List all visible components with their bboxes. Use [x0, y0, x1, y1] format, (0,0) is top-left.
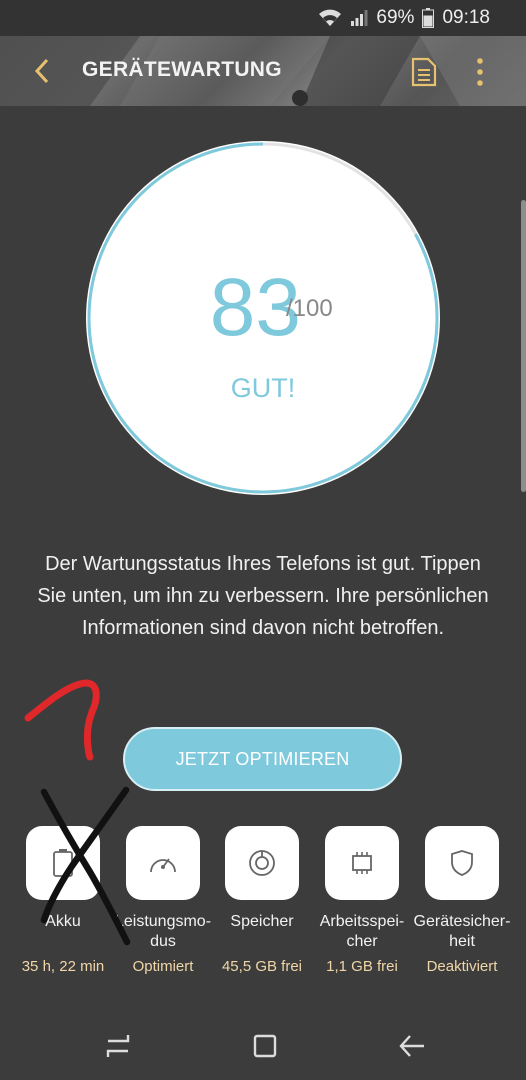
navigation-bar — [0, 1010, 526, 1080]
status-bar: 69% 09:18 — [0, 0, 526, 36]
back-icon — [399, 1035, 424, 1057]
more-options-button[interactable] — [466, 54, 494, 90]
tile-performance-label: Leistungsmo-dus — [114, 913, 212, 950]
scrollbar[interactable] — [521, 200, 526, 492]
battery-icon — [422, 8, 435, 28]
tile-device-security[interactable]: Gerätesicher-heit Deaktiviert — [412, 826, 512, 975]
tile-security-label: Gerätesicher-heit — [413, 913, 511, 950]
tile-memory-label: Arbeitsspei-cher — [319, 913, 405, 950]
tile-storage-label: Speicher — [230, 913, 294, 930]
report-icon — [411, 57, 437, 87]
battery-icon — [53, 849, 73, 877]
storage-icon — [249, 850, 275, 876]
tile-security-button[interactable] — [425, 826, 499, 900]
tile-battery[interactable]: Akku 35 h, 22 min — [13, 826, 113, 975]
tile-storage-button[interactable] — [225, 826, 299, 900]
score-circle: 83 /100 GUT! — [86, 141, 440, 495]
home-button[interactable] — [243, 1024, 287, 1068]
back-button[interactable] — [22, 50, 62, 92]
tile-memory-value: 1,1 GB frei — [326, 958, 398, 975]
tile-battery-button[interactable] — [26, 826, 100, 900]
tile-memory-button[interactable] — [325, 826, 399, 900]
tile-battery-value: 35 h, 22 min — [21, 958, 105, 975]
tile-performance-mode[interactable]: Leistungsmo-dus Optimiert — [113, 826, 213, 975]
page-title: GERÄTEWARTUNG — [82, 58, 282, 81]
tile-memory[interactable]: Arbeitsspei-cher 1,1 GB frei — [312, 826, 412, 975]
red-question-mark-scribble — [24, 679, 100, 761]
recent-apps-icon — [106, 1035, 130, 1057]
score-label: GUT! — [230, 373, 296, 403]
more-vert-icon — [477, 58, 483, 86]
maintenance-categories: Akku 35 h, 22 min Leistungsmo-dus Optimi… — [0, 826, 526, 986]
app-bar: GERÄTEWARTUNG — [0, 36, 526, 106]
recent-apps-button[interactable] — [96, 1024, 140, 1068]
tile-performance-button[interactable] — [126, 826, 200, 900]
back-arrow-icon — [34, 58, 49, 84]
status-message: Der Wartungsstatus Ihres Telefons ist gu… — [37, 553, 489, 639]
tile-storage-value: 45,5 GB frei — [221, 958, 303, 975]
score-max: /100 — [286, 295, 333, 322]
tile-performance-value: Optimiert — [132, 958, 194, 975]
gauge-icon — [150, 858, 176, 873]
optimize-now-button[interactable]: JETZT OPTIMIEREN — [123, 727, 402, 791]
score-value: 83 — [209, 262, 301, 353]
clock: 09:18 — [442, 7, 490, 28]
shield-icon — [451, 850, 473, 876]
home-icon — [253, 1034, 277, 1058]
report-button[interactable] — [406, 54, 442, 90]
tile-battery-label: Akku — [45, 913, 81, 930]
wifi-icon — [318, 8, 342, 28]
tile-security-value: Deaktiviert — [426, 958, 498, 975]
battery-percent: 69% — [376, 7, 415, 28]
memory-chip-icon — [352, 852, 372, 874]
system-back-button[interactable] — [390, 1024, 434, 1068]
signal-icon — [350, 9, 368, 27]
tile-storage[interactable]: Speicher 45,5 GB frei — [212, 826, 312, 975]
